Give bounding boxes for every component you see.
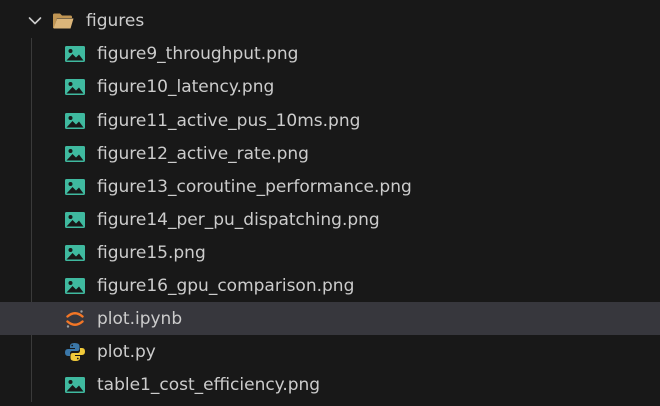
image-icon (65, 146, 85, 162)
jupyter-icon (66, 310, 84, 328)
image-icon (65, 79, 85, 95)
image-icon (65, 278, 85, 294)
file-row[interactable]: table1_cost_efficiency.png (0, 368, 660, 401)
file-row[interactable]: figure12_active_rate.png (0, 137, 660, 170)
image-icon (65, 179, 85, 195)
folder-open-icon (53, 13, 74, 29)
folder-row-figures[interactable]: figures (0, 4, 660, 37)
file-row[interactable]: figure14_per_pu_dispatching.png (0, 203, 660, 236)
file-label: figure14_per_pu_dispatching.png (97, 210, 380, 230)
file-label: plot.ipynb (97, 309, 183, 329)
file-row-selected[interactable]: plot.ipynb (0, 302, 660, 335)
folder-label: figures (86, 11, 145, 31)
file-label: figure15.png (97, 243, 206, 263)
file-row[interactable]: figure16_gpu_comparison.png (0, 269, 660, 302)
file-label: table1_cost_efficiency.png (97, 375, 321, 395)
file-explorer-tree: figures figure9_throughput.png figure10_… (0, 0, 660, 406)
file-row[interactable]: figure15.png (0, 236, 660, 269)
image-icon (65, 212, 85, 228)
file-label: figure9_throughput.png (97, 44, 299, 64)
python-icon (65, 343, 85, 361)
file-label: figure10_latency.png (97, 77, 275, 97)
file-label: plot.py (97, 342, 156, 362)
image-icon (65, 377, 85, 393)
file-row[interactable]: figure13_coroutine_performance.png (0, 170, 660, 203)
file-row[interactable]: plot.py (0, 335, 660, 368)
image-icon (65, 245, 85, 261)
file-label: figure16_gpu_comparison.png (97, 276, 355, 296)
file-row[interactable]: figure10_latency.png (0, 70, 660, 103)
chevron-down-icon[interactable] (27, 13, 43, 29)
file-label: figure13_coroutine_performance.png (97, 177, 412, 197)
file-label: figure12_active_rate.png (97, 144, 309, 164)
file-row[interactable]: figure11_active_pus_10ms.png (0, 104, 660, 137)
file-row[interactable]: figure9_throughput.png (0, 37, 660, 70)
image-icon (65, 46, 85, 62)
image-icon (65, 113, 85, 129)
file-label: figure11_active_pus_10ms.png (97, 111, 361, 131)
